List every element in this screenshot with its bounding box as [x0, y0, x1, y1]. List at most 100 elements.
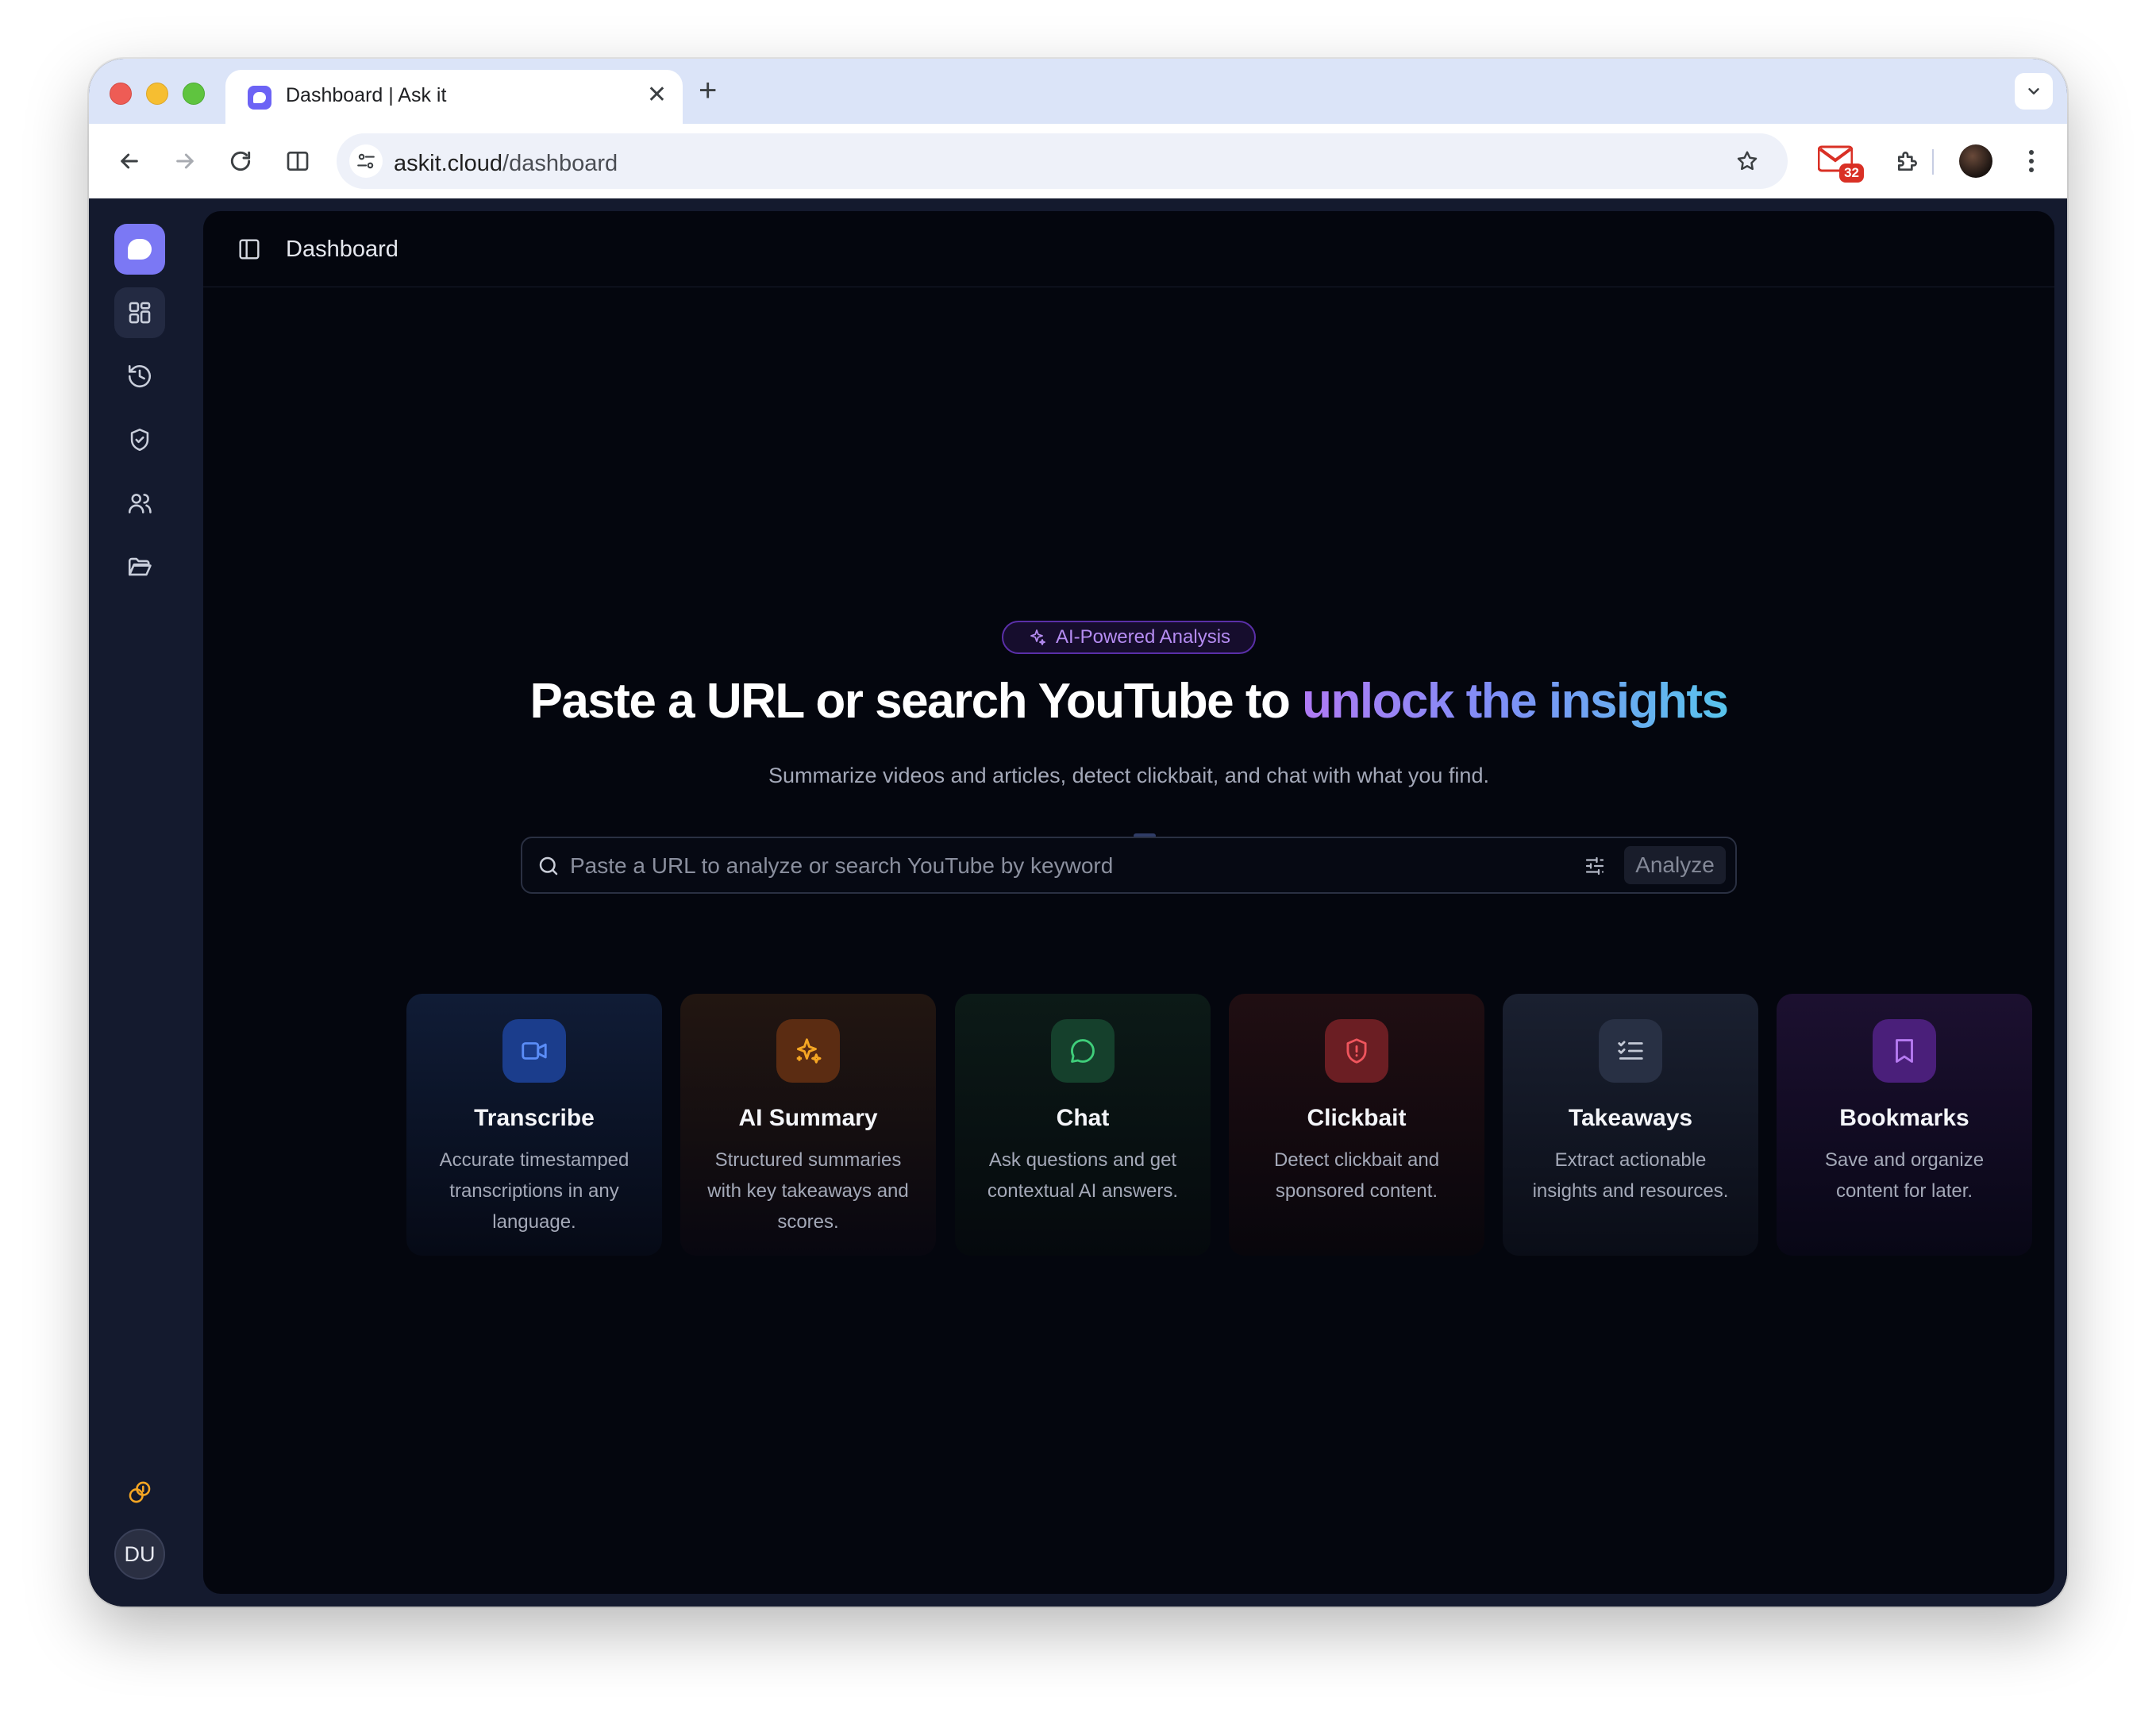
- tab-title: Dashboard | Ask it: [286, 84, 447, 106]
- browser-toolbar: askit.cloud/dashboard 32: [89, 124, 2067, 198]
- browser-window: Dashboard | Ask it ✕ + askit.cloud/dashb…: [89, 59, 2067, 1607]
- list-checks-icon: [1618, 1041, 1643, 1060]
- feature-description: Accurate timestamped transcriptions in a…: [439, 1149, 629, 1233]
- feature-description: Save and organize content for later.: [1824, 1149, 1985, 1202]
- sidebar: DU: [89, 198, 203, 1607]
- feature-description: Ask questions and get contextual AI answ…: [987, 1149, 1179, 1202]
- panel-left-icon: [239, 239, 260, 260]
- search-icon: [535, 852, 562, 879]
- feature-card-bookmarks[interactable]: Bookmarks Save and organize content for …: [1777, 994, 2032, 1256]
- split-view-button[interactable]: [278, 141, 318, 181]
- feature-title: Chat: [1056, 1105, 1110, 1131]
- sidebar-item-dashboard[interactable]: [114, 287, 165, 338]
- url-host: askit.cloud: [394, 151, 503, 176]
- site-info-button[interactable]: [349, 144, 383, 178]
- app-shell: DU Dashboard AI-Powered Analysis Paste a…: [89, 198, 2067, 1607]
- split-view-icon: [287, 152, 309, 171]
- more-vertical-icon: [2029, 150, 2034, 172]
- forward-button[interactable]: [165, 141, 205, 181]
- feature-icon-box: [1325, 1019, 1388, 1083]
- reload-icon: [230, 151, 251, 171]
- feature-icon-box: [1051, 1019, 1115, 1083]
- feature-title: AI Summary: [738, 1105, 878, 1131]
- feature-card-chat[interactable]: Chat Ask questions and get contextual AI…: [955, 994, 1211, 1256]
- sidebar-item-library[interactable]: [114, 541, 165, 592]
- url-path: /dashboard: [502, 151, 618, 176]
- hero-headline: Paste a URL or search YouTube to unlock …: [203, 673, 2054, 729]
- tab-search-button[interactable]: [2015, 73, 2053, 110]
- grid-icon: [129, 302, 151, 324]
- app-favicon-icon: [248, 86, 271, 110]
- video-icon: [522, 1042, 547, 1060]
- feature-card-clickbait[interactable]: Clickbait Detect clickbait and sponsored…: [1229, 994, 1484, 1256]
- sparkles-icon: [796, 1038, 822, 1064]
- feature-icon-box: [502, 1019, 566, 1083]
- feature-description: Detect clickbait and sponsored content.: [1273, 1149, 1440, 1202]
- users-icon: [128, 494, 152, 514]
- tune-icon: [357, 153, 375, 169]
- sliders-icon: [1585, 856, 1604, 875]
- shield-alert-icon: [1346, 1038, 1367, 1064]
- notification-badge: 32: [1839, 164, 1864, 183]
- extensions-button[interactable]: [1888, 141, 1927, 181]
- profile-avatar[interactable]: [1959, 144, 1992, 178]
- headline-highlight: unlock the insights: [1302, 674, 1729, 729]
- browser-tab-active[interactable]: Dashboard | Ask it ✕: [225, 70, 683, 124]
- ai-badge-label: AI-Powered Analysis: [1055, 626, 1231, 648]
- page-header: Dashboard: [203, 211, 2054, 287]
- filter-button[interactable]: [1581, 852, 1608, 879]
- credits-button[interactable]: [114, 1467, 165, 1518]
- feature-title: Takeaways: [1568, 1105, 1693, 1131]
- minimize-window-button[interactable]: [146, 83, 168, 105]
- star-icon: [1737, 151, 1758, 171]
- main-content: Dashboard AI-Powered Analysis Paste a UR…: [203, 211, 2054, 1594]
- sidebar-toggle-button[interactable]: [235, 235, 264, 264]
- back-button[interactable]: [110, 141, 149, 181]
- feature-title: Bookmarks: [1839, 1105, 1969, 1131]
- bookmark-icon: [1896, 1039, 1913, 1063]
- close-window-button[interactable]: [110, 83, 132, 105]
- feature-title: Clickbait: [1307, 1105, 1407, 1131]
- feature-card-ai-summary[interactable]: AI Summary Structured summaries with key…: [680, 994, 936, 1256]
- page-title: Dashboard: [286, 237, 398, 262]
- search-input[interactable]: [570, 846, 1570, 886]
- coins-icon: [129, 1481, 151, 1503]
- feature-title: Transcribe: [474, 1105, 595, 1131]
- feature-description: Extract actionable insights and resource…: [1532, 1149, 1729, 1202]
- bookmark-star-button[interactable]: [1731, 144, 1764, 178]
- tab-strip: Dashboard | Ask it ✕ +: [89, 59, 2067, 124]
- reload-button[interactable]: [221, 141, 260, 181]
- puzzle-icon: [1898, 152, 1917, 171]
- headline-plain: Paste a URL or search YouTube to: [529, 674, 1303, 729]
- feature-icon-box: [1599, 1019, 1662, 1083]
- url-text: askit.cloud/dashboard: [394, 151, 618, 177]
- arrow-left-icon: [121, 153, 138, 169]
- maximize-window-button[interactable]: [183, 83, 205, 105]
- sidebar-item-people[interactable]: [114, 478, 165, 529]
- sidebar-item-history[interactable]: [114, 351, 165, 402]
- sparkles-icon: [1030, 629, 1045, 645]
- user-avatar[interactable]: DU: [114, 1529, 165, 1580]
- hero-subtitle: Summarize videos and articles, detect cl…: [768, 764, 1489, 787]
- feature-icon-box: [776, 1019, 840, 1083]
- ai-badge: AI-Powered Analysis: [1002, 621, 1256, 654]
- history-icon: [128, 364, 152, 388]
- arrow-right-icon: [176, 153, 194, 169]
- toolbar-divider: [1932, 149, 1934, 175]
- shield-icon: [130, 428, 149, 452]
- analyze-button[interactable]: Analyze: [1624, 846, 1726, 884]
- feature-icon-box: [1873, 1019, 1936, 1083]
- new-tab-button[interactable]: +: [699, 73, 717, 108]
- feature-card-transcribe[interactable]: Transcribe Accurate timestamped transcri…: [406, 994, 662, 1256]
- tab-close-icon[interactable]: ✕: [647, 81, 667, 110]
- sidebar-item-clickbait[interactable]: [114, 414, 165, 465]
- feature-card-takeaways[interactable]: Takeaways Extract actionable insights an…: [1503, 994, 1758, 1256]
- chevron-down-icon: [2028, 88, 2039, 94]
- gmail-extension-button[interactable]: 32: [1818, 141, 1864, 183]
- feature-description: Structured summaries with key takeaways …: [707, 1149, 909, 1233]
- app-logo-button[interactable]: [114, 224, 165, 275]
- folder-icon: [128, 557, 152, 576]
- chat-icon: [1071, 1039, 1095, 1063]
- browser-menu-button[interactable]: [2019, 144, 2043, 178]
- search-bar: Analyze: [521, 837, 1737, 894]
